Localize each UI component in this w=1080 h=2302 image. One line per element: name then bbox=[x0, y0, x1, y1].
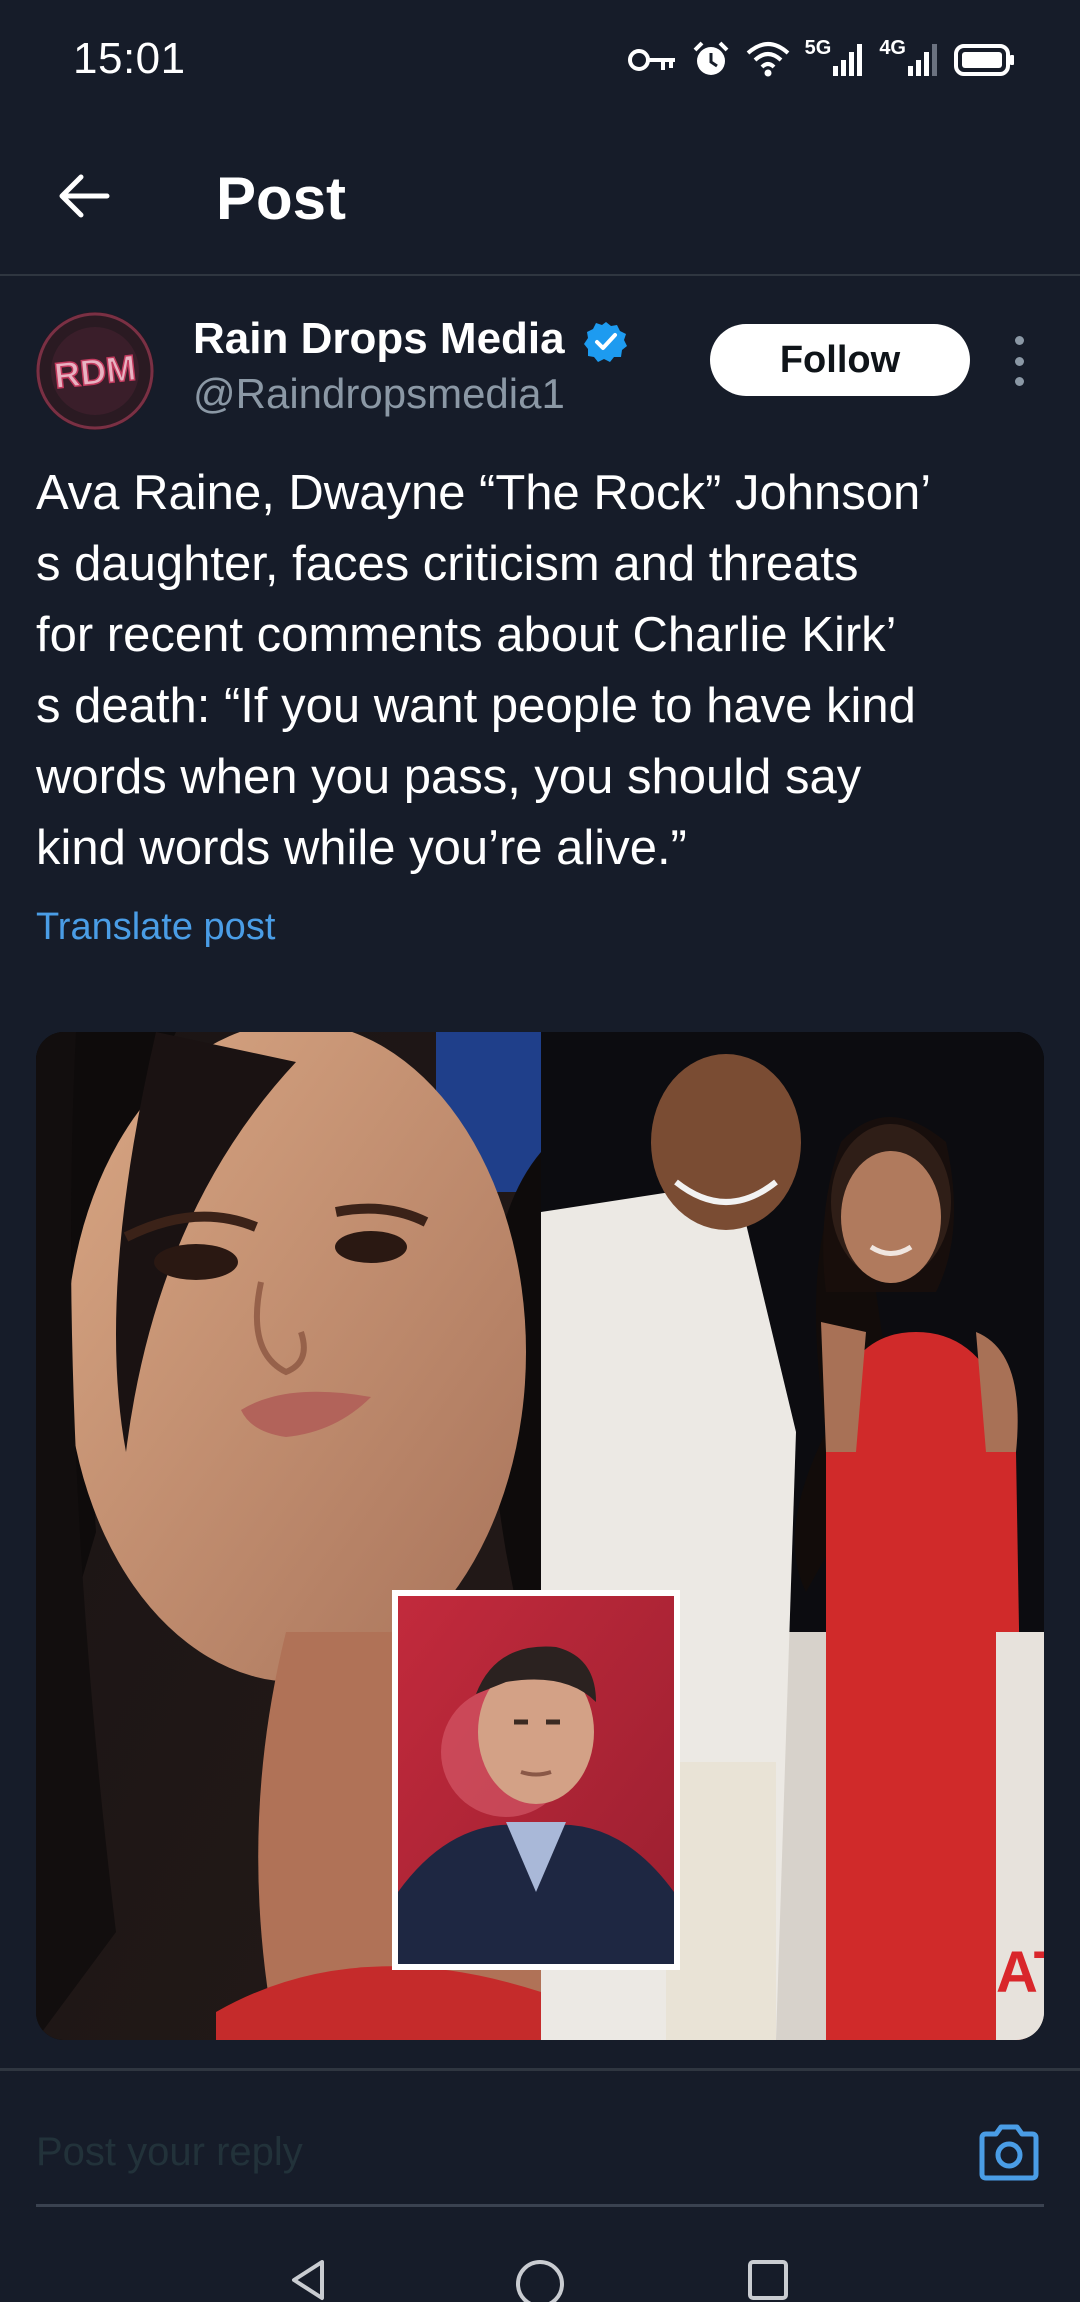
page-title: Post bbox=[216, 165, 347, 232]
nav-back-icon[interactable] bbox=[286, 2258, 330, 2302]
battery-icon bbox=[954, 44, 1014, 76]
media-collage: AT bbox=[36, 1032, 1044, 2040]
translate-post-link[interactable]: Translate post bbox=[36, 906, 275, 949]
alarm-icon bbox=[693, 41, 729, 75]
back-button[interactable] bbox=[48, 160, 120, 232]
media-sign-text: AT bbox=[996, 1940, 1044, 2005]
rdm-logo: RDM bbox=[36, 312, 154, 430]
reply-divider-bottom bbox=[36, 2204, 1044, 2207]
status-bar: 15:01 5G 4G bbox=[0, 0, 1080, 120]
key-icon bbox=[627, 49, 675, 71]
reply-input[interactable]: Post your reply bbox=[36, 2130, 303, 2175]
signal-icon bbox=[908, 44, 937, 76]
signal-icon bbox=[833, 44, 863, 76]
post-media-image[interactable]: AT bbox=[36, 1032, 1044, 2040]
verified-badge-icon bbox=[584, 322, 627, 362]
system-nav-bar bbox=[0, 2230, 1080, 2302]
post-text: Ava Raine, Dwayne “The Rock” Johnson’ s … bbox=[36, 466, 932, 875]
author-name[interactable]: Rain Drops Media bbox=[193, 314, 565, 364]
status-icons: 5G 4G bbox=[627, 36, 1016, 84]
arrow-left-icon bbox=[59, 174, 110, 218]
network-label-4g: 4G bbox=[879, 36, 906, 59]
status-time: 15:01 bbox=[73, 34, 186, 83]
network-label-5g: 5G bbox=[804, 36, 832, 59]
avatar[interactable]: RDM bbox=[36, 312, 154, 430]
camera-icon[interactable] bbox=[976, 2122, 1042, 2182]
reply-divider bbox=[0, 2068, 1080, 2071]
top-app-bar: Post bbox=[0, 120, 1080, 276]
nav-recents-icon[interactable] bbox=[746, 2258, 790, 2302]
avatar-text: RDM bbox=[52, 347, 138, 396]
author-handle[interactable]: @Raindropsmedia1 bbox=[193, 370, 565, 418]
wifi-icon bbox=[746, 42, 789, 77]
follow-button[interactable]: Follow bbox=[710, 324, 970, 396]
more-options-icon[interactable] bbox=[1006, 336, 1032, 386]
nav-home-icon[interactable] bbox=[514, 2258, 566, 2302]
